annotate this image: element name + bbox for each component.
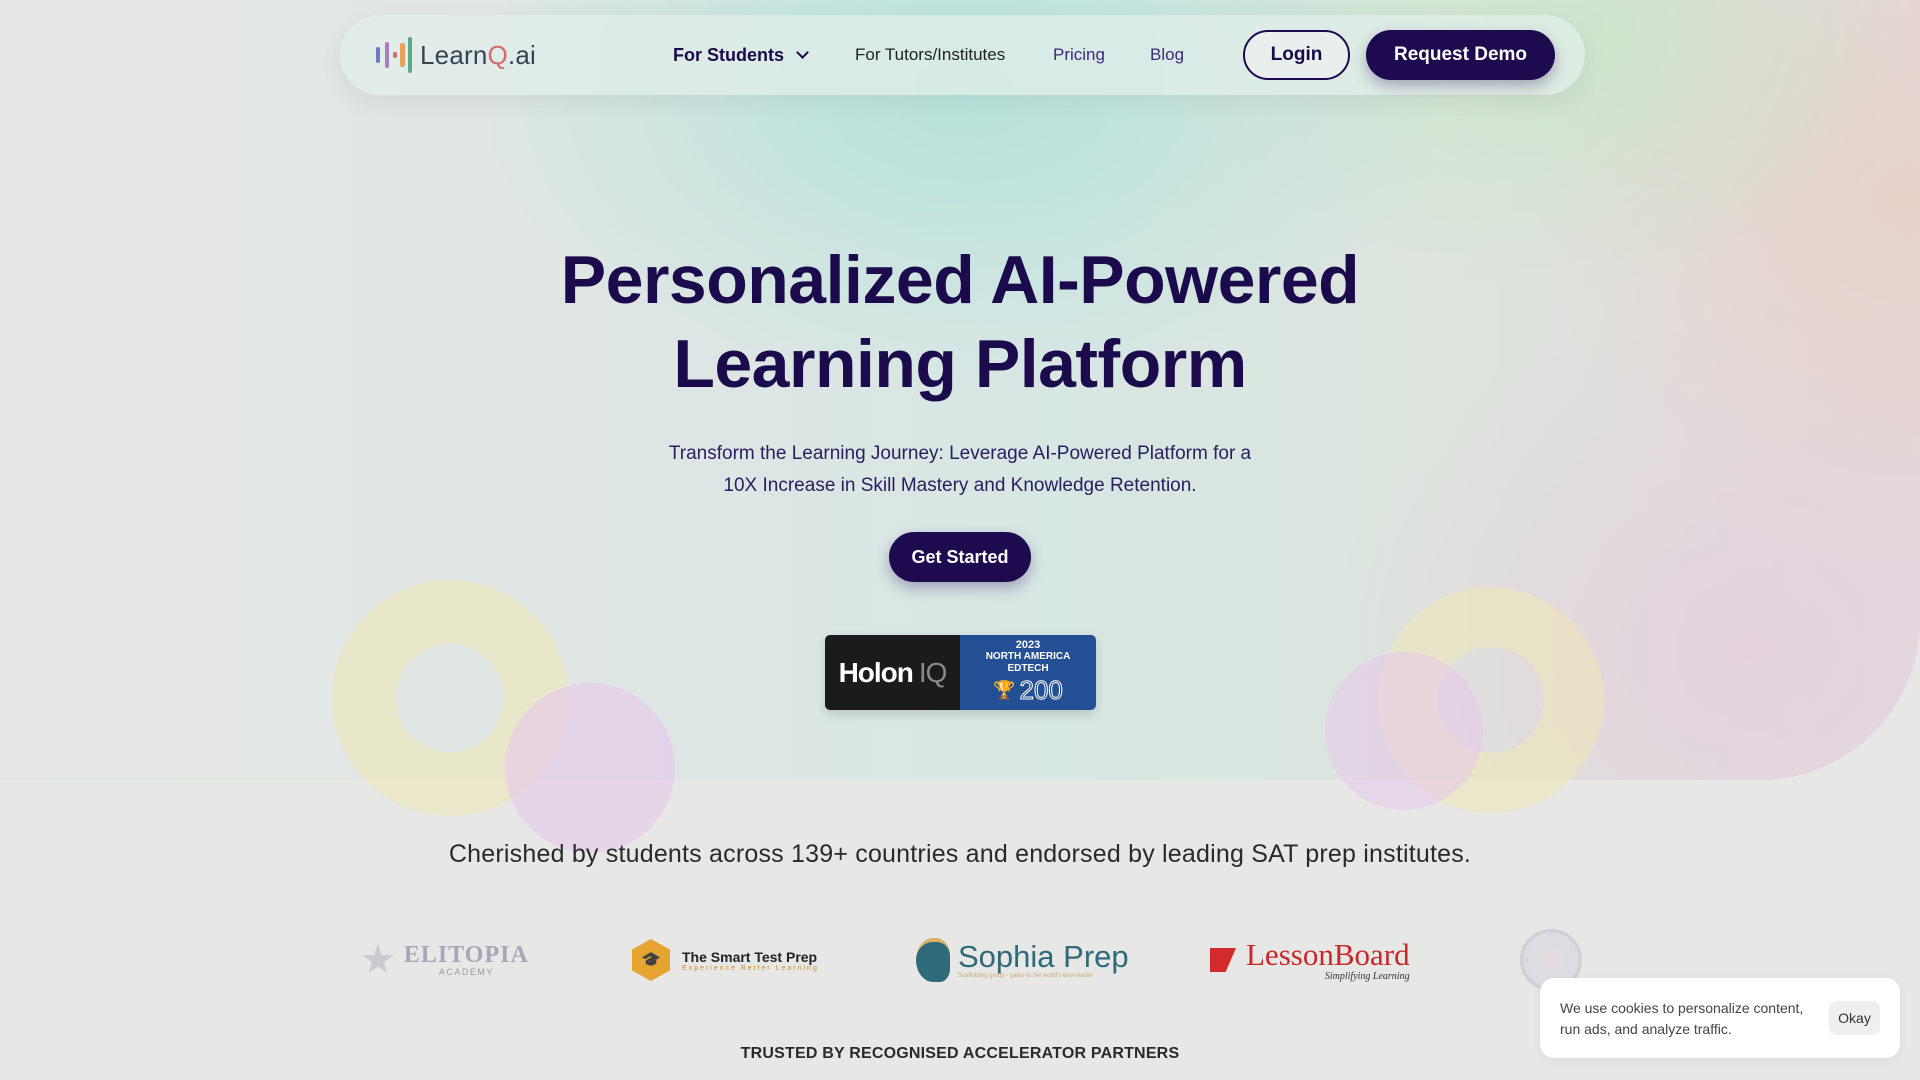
cookie-banner: We use cookies to personalize content, r… bbox=[1540, 978, 1900, 1058]
badge-rank: 200 bbox=[1019, 675, 1063, 706]
hero-subtitle-line-2: 10X Increase in Skill Mastery and Knowle… bbox=[723, 475, 1197, 496]
partner-logo-elitopia: ★ ELITOPIA ACADEMY bbox=[360, 930, 529, 990]
holon-text: Holon bbox=[838, 656, 914, 688]
badge-year: 2023 bbox=[1015, 639, 1041, 651]
decorative-circle-left bbox=[505, 683, 675, 853]
partner-name: Sophia Prep bbox=[958, 939, 1129, 974]
partner-logo-smart-test-prep: 🎓 The Smart Test Prep Experience Better … bbox=[632, 930, 819, 990]
login-button[interactable]: Login bbox=[1243, 30, 1350, 80]
badge-category: EDTECH bbox=[1007, 663, 1049, 674]
nav-for-tutors[interactable]: For Tutors/Institutes bbox=[855, 15, 1005, 95]
logo[interactable]: LearnQ.ai bbox=[376, 37, 536, 73]
partner-logo-lessonboard: LessonBoard Simplifying Learning bbox=[1210, 930, 1410, 990]
partner-tagline: ACADEMY bbox=[438, 967, 494, 977]
star-icon: ★ bbox=[360, 938, 396, 982]
nav-for-students[interactable]: For Students bbox=[673, 15, 809, 95]
lessonboard-mark-icon bbox=[1210, 948, 1236, 972]
navbar: LearnQ.ai For Students For Tutors/Instit… bbox=[340, 15, 1585, 95]
edtech-200-panel: 2023 NORTH AMERICA EDTECH 🏆 200 bbox=[960, 635, 1096, 710]
graduation-cap-icon: 🎓 bbox=[632, 939, 670, 981]
nav-pricing[interactable]: Pricing bbox=[1053, 15, 1105, 95]
social-proof-headline: Cherished by students across 139+ countr… bbox=[448, 840, 1472, 868]
nav-blog[interactable]: Blog bbox=[1150, 15, 1184, 95]
cookie-okay-button[interactable]: Okay bbox=[1829, 1001, 1880, 1035]
partner-tagline: Simplifying Learning bbox=[1324, 970, 1410, 982]
request-demo-button[interactable]: Request Demo bbox=[1366, 30, 1555, 80]
decorative-circle-right bbox=[1325, 652, 1483, 810]
hero-title-line-2: Learning Platform bbox=[673, 326, 1247, 402]
hero-subtitle: Transform the Learning Journey: Leverage… bbox=[0, 438, 1920, 502]
hero-subtitle-line-1: Transform the Learning Journey: Leverage… bbox=[668, 443, 1252, 464]
cookie-message: We use cookies to personalize content, r… bbox=[1560, 1000, 1804, 1037]
chevron-down-icon bbox=[796, 46, 809, 59]
profile-head-icon bbox=[916, 938, 950, 982]
badge-region: NORTH AMERICA bbox=[985, 651, 1071, 662]
holoniq-logo: Holon IQ bbox=[825, 635, 960, 710]
logo-text: LearnQ.ai bbox=[420, 39, 536, 70]
partner-name: ELITOPIA bbox=[403, 942, 529, 968]
nav-for-students-label: For Students bbox=[673, 45, 784, 65]
holoniq-award-badge[interactable]: Holon IQ 2023 NORTH AMERICA EDTECH 🏆 200 bbox=[825, 635, 1096, 710]
trophy-icon: 🏆 bbox=[993, 680, 1016, 700]
partner-name: The Smart Test Prep bbox=[682, 948, 818, 965]
logo-bars-icon bbox=[376, 37, 414, 73]
partner-logo-sophia-prep: Sophia Prep Scaffolding group - gates to… bbox=[916, 930, 1129, 990]
partner-tagline: Experience Better Learning bbox=[682, 964, 819, 972]
iq-text: IQ bbox=[918, 656, 948, 688]
hero-title-line-1: Personalized AI-Powered bbox=[560, 242, 1360, 318]
get-started-button[interactable]: Get Started bbox=[889, 532, 1031, 582]
partner-name: LessonBoard bbox=[1246, 936, 1410, 972]
hero-title: Personalized AI-Powered Learning Platfor… bbox=[0, 238, 1920, 406]
